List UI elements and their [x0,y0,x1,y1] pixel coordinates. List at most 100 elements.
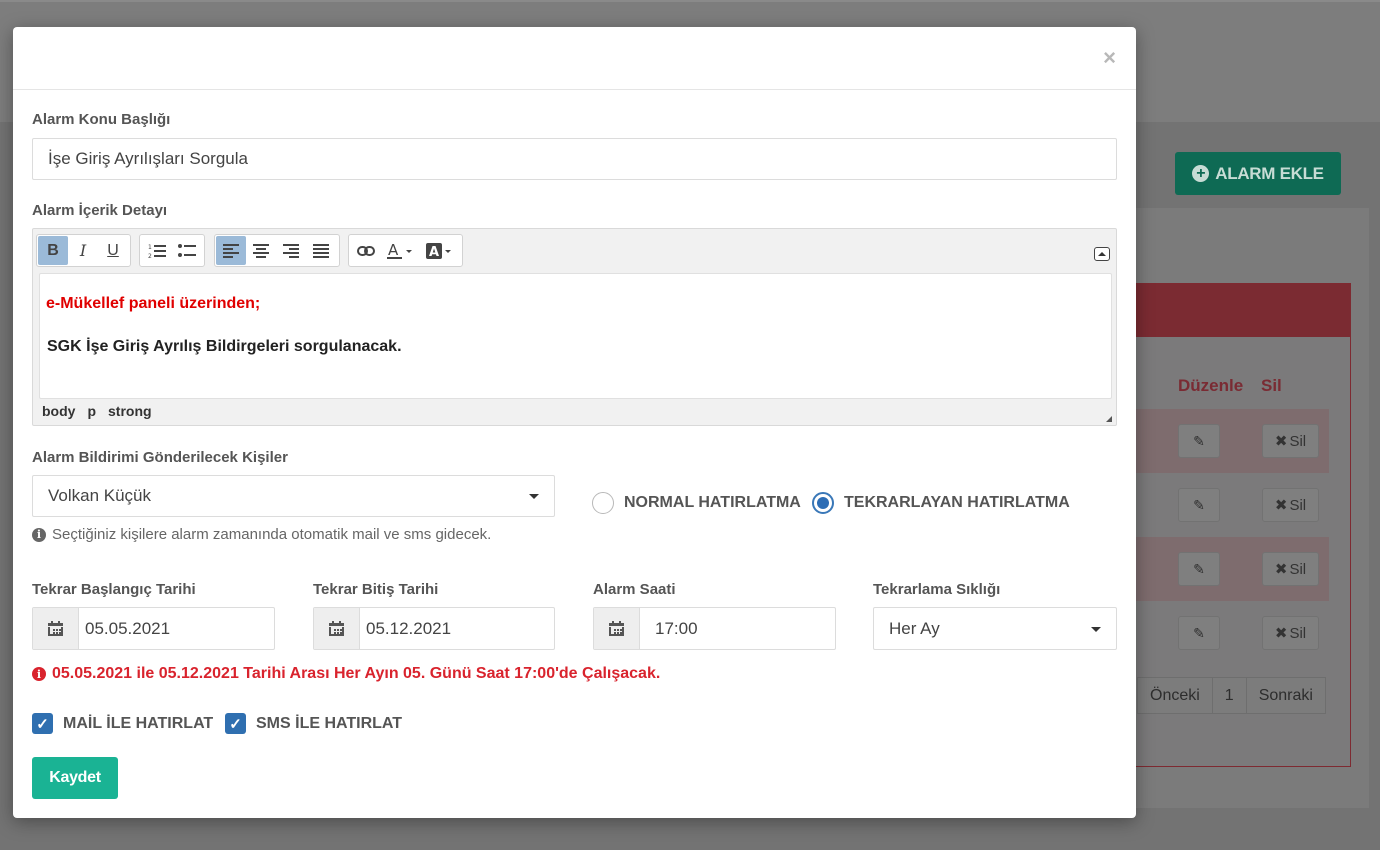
align-right-icon [283,243,299,258]
align-right-button[interactable] [276,236,306,265]
calendar-icon[interactable] [314,608,360,649]
schedule-notice-text: 05.05.2021 ile 05.12.2021 Tarihi Arası H… [52,665,661,682]
delete-label: Sil [1289,560,1307,578]
alarm-time-value[interactable]: 17:00 [640,608,698,649]
bold-button[interactable]: B [38,236,68,265]
delete-label: Sil [1289,496,1307,514]
pencil-icon: ✎ [1193,496,1205,513]
calendar-icon[interactable] [594,608,640,649]
start-date-value[interactable]: 05.05.2021 [79,608,170,649]
frequency-select[interactable]: Her Ay [873,607,1117,650]
unordered-list-button[interactable] [172,236,202,265]
checkmark-icon[interactable]: ✓ [225,713,246,734]
end-date-value[interactable]: 05.12.2021 [360,608,451,649]
pagination-prev[interactable]: Önceki [1137,677,1213,714]
delete-button[interactable]: ✖ Sil [1262,424,1319,458]
ordered-list-button[interactable]: 12 [142,236,172,265]
edit-button[interactable]: ✎ [1178,488,1220,522]
close-icon[interactable]: × [1103,45,1116,71]
delete-button[interactable]: ✖ Sil [1262,552,1319,586]
path-p[interactable]: p [87,403,96,419]
resize-handle[interactable] [1106,416,1112,422]
frequency-label: Tekrarlama Sıklığı [873,581,1001,598]
collapse-toolbar-button[interactable] [1094,247,1110,261]
radio-normal-indicator[interactable] [592,492,614,514]
add-alarm-button[interactable]: + ALARM EKLE [1175,152,1341,195]
italic-button[interactable]: I [68,236,98,265]
pencil-icon: ✎ [1193,560,1205,577]
edit-button[interactable]: ✎ [1178,616,1220,650]
radio-recurring-indicator[interactable] [812,492,834,514]
align-center-button[interactable] [246,236,276,265]
close-icon: ✖ [1274,561,1288,578]
alarm-time-label: Alarm Saati [593,581,676,598]
editor-content[interactable]: e-Mükellef paneli üzerinden; SGK İşe Gir… [39,273,1112,399]
pagination-next[interactable]: Sonraki [1245,677,1326,714]
subject-input[interactable]: İşe Giriş Ayrılışları Sorgula [32,138,1117,180]
start-date-field[interactable]: 05.05.2021 [32,607,275,650]
sms-reminder-label: SMS İLE HATIRLAT [256,714,403,732]
recipients-help-text: Seçtiğiniz kişilere alarm zamanında otom… [52,526,492,543]
alarm-time-field[interactable]: 17:00 [593,607,836,650]
alarm-list-card: Düzenle Sil ✎ ✖ Sil ✎ ✖ Sil ✎ ✖ Sil ✎ ✖ Sil … [1136,283,1351,767]
path-body[interactable]: body [42,403,75,419]
svg-text:2: 2 [148,253,152,259]
underline-icon: U [107,241,119,259]
save-button[interactable]: Kaydet [32,757,118,799]
radio-recurring[interactable]: TEKRARLAYAN HATIRLATMA [812,492,1070,514]
sms-reminder-checkbox[interactable]: ✓ SMS İLE HATIRLAT [225,713,402,734]
end-date-label: Tekrar Bitiş Tarihi [313,581,439,598]
column-header-delete: Sil [1261,376,1282,395]
editor-line-2: SGK İşe Giriş Ayrılış Bildirgeleri sorgu… [47,338,402,355]
add-alarm-label: ALARM EKLE [1215,163,1324,183]
chevron-down-icon [529,494,539,499]
delete-label: Sil [1289,624,1307,642]
mail-reminder-label: MAİL İLE HATIRLAT [63,714,214,732]
table-row: ✎ ✖ Sil [1136,601,1329,665]
insert-toolbar-group: A A [348,234,463,267]
radio-normal-label: NORMAL HATIRLATMA [624,494,801,511]
alarm-list-header [1136,284,1350,337]
plus-circle-icon: + [1192,165,1210,182]
table-row: ✎ ✖ Sil [1136,409,1329,473]
end-date-field[interactable]: 05.12.2021 [313,607,555,650]
detail-label: Alarm İçerik Detayı [32,202,168,219]
font-color-icon: A [387,242,412,259]
svg-text:1: 1 [148,244,152,251]
align-center-icon [253,243,269,258]
align-justify-button[interactable] [306,236,336,265]
info-icon: i [32,667,46,681]
background-color-button[interactable]: A [421,236,459,265]
rich-text-editor: B I U 12 A A e-Mükellef paneli üzerinden… [32,228,1117,426]
column-header-edit: Düzenle [1178,376,1244,395]
background-color-icon: A [426,242,451,260]
subject-value: İşe Giriş Ayrılışları Sorgula [48,149,248,168]
align-left-button[interactable] [216,236,246,265]
table-row: ✎ ✖ Sil [1136,537,1329,601]
svg-text:A: A [388,242,399,259]
list-toolbar-group: 12 [139,234,205,267]
pagination-page[interactable]: 1 [1211,677,1247,714]
edit-button[interactable]: ✎ [1178,424,1220,458]
radio-normal[interactable]: NORMAL HATIRLATMA [592,492,801,514]
recipients-select[interactable]: Volkan Küçük [32,475,555,517]
align-justify-icon [313,243,329,258]
edit-button[interactable]: ✎ [1178,552,1220,586]
font-color-button[interactable]: A [381,236,421,265]
format-toolbar-group: B I U [36,234,131,267]
editor-line-1: e-Mükellef paneli üzerinden; [46,295,261,312]
calendar-icon[interactable] [33,608,79,649]
align-toolbar-group [214,234,340,267]
link-button[interactable] [351,236,381,265]
checkmark-icon[interactable]: ✓ [32,713,53,734]
delete-button[interactable]: ✖ Sil [1262,616,1319,650]
path-strong[interactable]: strong [108,403,152,419]
modal-header: × [13,27,1136,90]
mail-reminder-checkbox[interactable]: ✓ MAİL İLE HATIRLAT [32,713,213,734]
close-icon: ✖ [1274,497,1288,514]
underline-button[interactable]: U [98,236,128,265]
pagination: Önceki 1 Sonraki [1137,677,1326,714]
delete-label: Sil [1289,432,1307,450]
italic-icon: I [79,241,87,260]
delete-button[interactable]: ✖ Sil [1262,488,1319,522]
